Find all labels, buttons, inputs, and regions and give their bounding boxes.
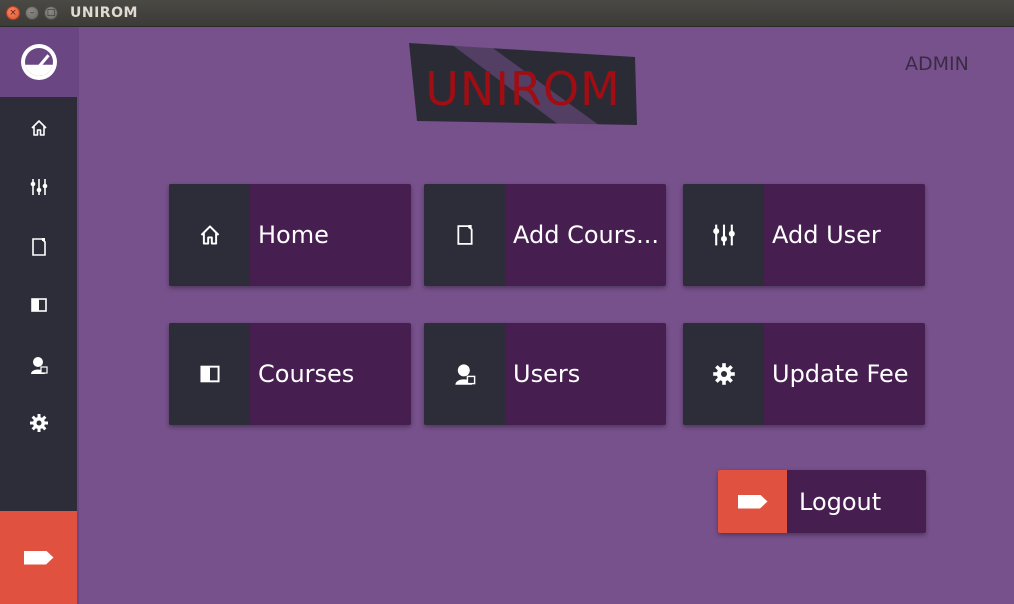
svg-text:UNIROM: UNIROM bbox=[425, 62, 621, 116]
courses-tile[interactable]: Courses bbox=[169, 323, 411, 425]
logout-button[interactable]: Logout bbox=[718, 470, 926, 533]
add-course-tile[interactable]: Add Cours... bbox=[424, 184, 666, 286]
users-icon bbox=[30, 357, 48, 374]
home-tile[interactable]: Home bbox=[169, 184, 411, 286]
users-tile-label: Users bbox=[513, 360, 581, 388]
sliders-icon bbox=[712, 224, 735, 246]
sidebar-item-home[interactable] bbox=[0, 108, 77, 148]
logout-label: Logout bbox=[799, 487, 882, 516]
add-user-tile-label: Add User bbox=[772, 221, 881, 249]
add-course-icon bbox=[31, 238, 46, 256]
tag-icon bbox=[23, 550, 54, 565]
add-user-tile[interactable]: Add User bbox=[683, 184, 925, 286]
courses-tile-label: Courses bbox=[258, 360, 355, 388]
gauge-icon bbox=[20, 44, 57, 80]
unirom-logo: UNIROM bbox=[409, 41, 637, 131]
dashboard-button[interactable] bbox=[0, 27, 77, 97]
sidebar-item-update-fee[interactable] bbox=[0, 403, 77, 443]
users-icon bbox=[454, 364, 475, 385]
tag-icon bbox=[737, 494, 768, 509]
window-titlebar: × – □ UNIROM bbox=[0, 0, 1014, 27]
courses-icon bbox=[30, 298, 47, 312]
sidebar-item-add-course[interactable] bbox=[0, 227, 77, 267]
user-role-label: ADMIN bbox=[905, 53, 969, 75]
window-title: UNIROM bbox=[70, 5, 138, 21]
home-icon bbox=[30, 120, 47, 136]
sidebar bbox=[0, 27, 77, 604]
gear-icon bbox=[712, 363, 735, 385]
gear-icon bbox=[29, 414, 48, 432]
update-fee-tile[interactable]: Update Fee bbox=[683, 323, 925, 425]
home-tile-label: Home bbox=[258, 221, 329, 249]
home-icon bbox=[200, 225, 219, 245]
sliders-icon bbox=[30, 179, 47, 195]
window-minimize-button[interactable]: – bbox=[25, 6, 39, 20]
users-tile[interactable]: Users bbox=[424, 323, 666, 425]
courses-icon bbox=[199, 365, 220, 383]
add-course-tile-label: Add Cours... bbox=[513, 221, 660, 249]
sidebar-logout-button[interactable] bbox=[0, 511, 77, 604]
sidebar-item-users[interactable] bbox=[0, 345, 77, 385]
update-fee-tile-label: Update Fee bbox=[772, 360, 909, 388]
sidebar-item-add-user[interactable] bbox=[0, 167, 77, 207]
add-course-icon bbox=[456, 225, 473, 245]
window-close-button[interactable]: × bbox=[6, 6, 20, 20]
sidebar-item-courses[interactable] bbox=[0, 285, 77, 325]
main-panel: UNIROM ADMIN Home Add Cours... Add User bbox=[77, 27, 1014, 604]
window-maximize-button[interactable]: □ bbox=[44, 6, 58, 20]
